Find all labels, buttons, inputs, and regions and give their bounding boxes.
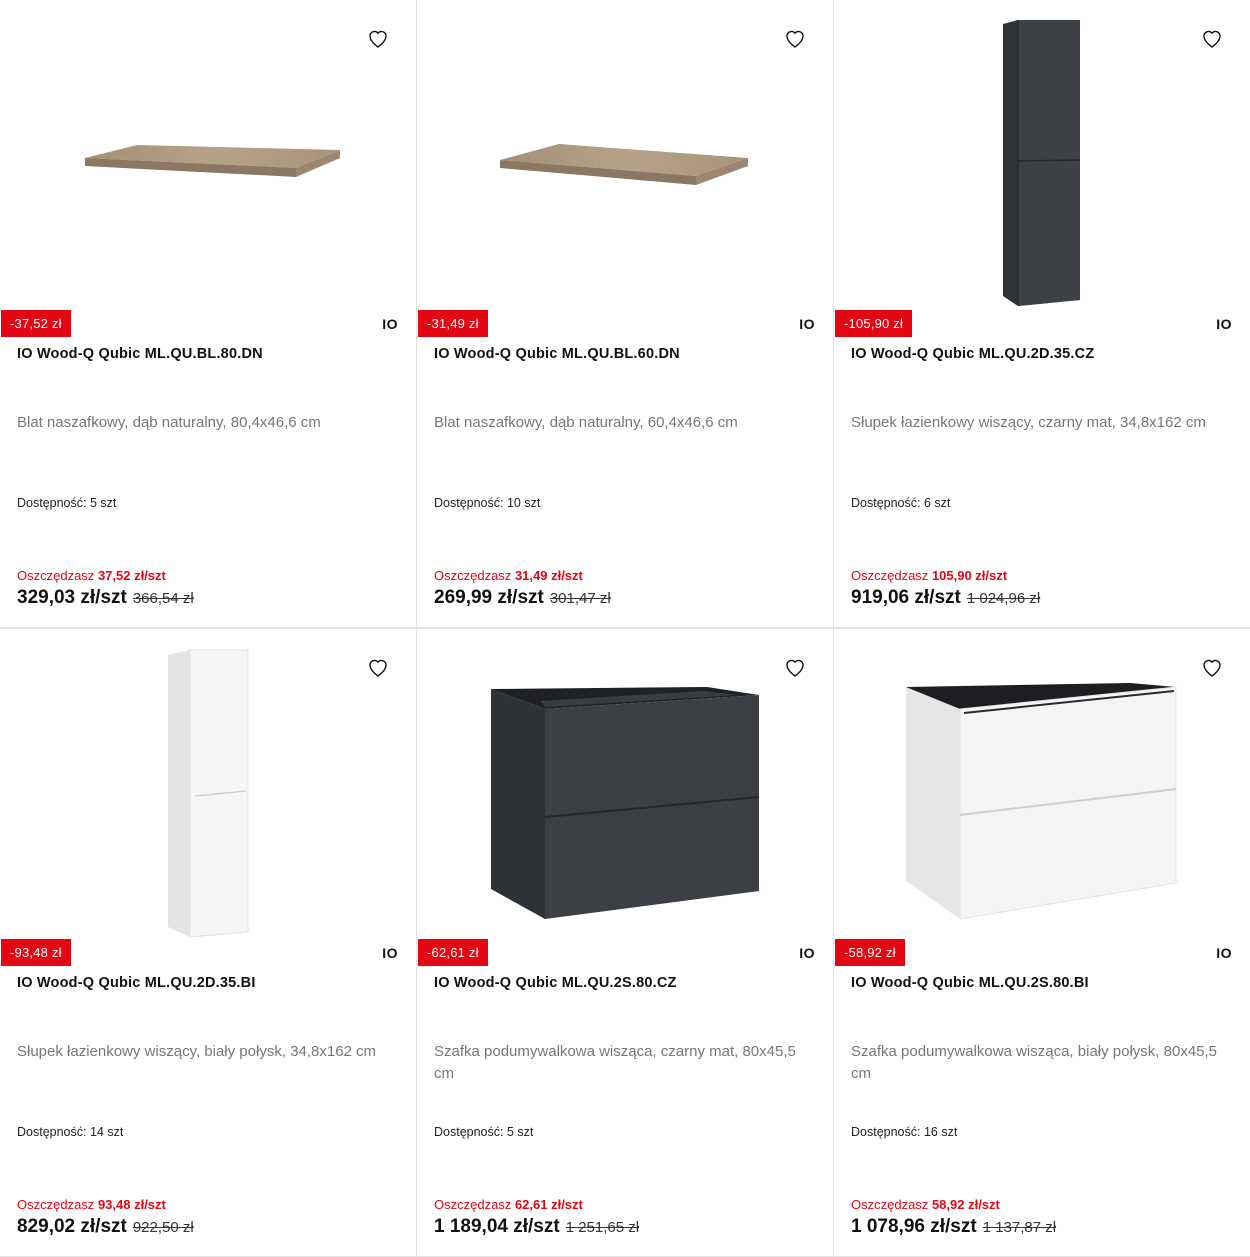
old-price: 922,50 zł xyxy=(132,1219,194,1236)
availability-value: 5 szt xyxy=(506,1125,534,1139)
price: 1 189,04 zł/szt 1 251,65 zł xyxy=(434,1216,639,1238)
savings-label: Oszczędzasz xyxy=(434,1197,512,1212)
availability-label: Dostępność: xyxy=(851,1125,921,1139)
heart-outline-icon[interactable] xyxy=(783,655,807,679)
product-description: Słupek łazienkowy wiszący, biały połysk,… xyxy=(17,1043,377,1060)
product-name[interactable]: IO Wood-Q Qubic ML.QU.BL.80.DN xyxy=(17,346,406,362)
brand-label: IO xyxy=(1216,945,1232,961)
old-price: 1 024,96 zł xyxy=(966,590,1041,607)
product-image-oak-countertop-80[interactable] xyxy=(0,0,416,310)
availability: Dostępność: 16 szt xyxy=(851,1125,957,1139)
product-name[interactable]: IO Wood-Q Qubic ML.QU.BL.60.DN xyxy=(434,346,823,362)
availability-value: 6 szt xyxy=(923,496,951,510)
product-card[interactable]: -37,52 zł IO IO Wood-Q Qubic ML.QU.BL.80… xyxy=(0,0,416,627)
price: 329,03 zł/szt 366,54 zł xyxy=(17,587,194,609)
brand-label: IO xyxy=(799,316,815,332)
product-description: Słupek łazienkowy wiszący, czarny mat, 3… xyxy=(851,414,1206,431)
availability: Dostępność: 14 szt xyxy=(17,1125,123,1139)
savings: Oszczędzasz 58,92 zł/szt xyxy=(851,1197,1000,1212)
product-image-oak-countertop-60[interactable] xyxy=(417,0,833,310)
product-name[interactable]: IO Wood-Q Qubic ML.QU.2S.80.BI xyxy=(851,975,1240,991)
savings-label: Oszczędzasz xyxy=(851,1197,929,1212)
current-price: 829,02 zł/szt xyxy=(17,1216,127,1237)
availability: Dostępność: 5 szt xyxy=(434,1125,533,1139)
savings-value: 105,90 zł/szt xyxy=(931,568,1008,583)
savings-label: Oszczędzasz xyxy=(851,568,929,583)
availability-label: Dostępność: xyxy=(434,1125,504,1139)
heart-outline-icon[interactable] xyxy=(783,26,807,50)
savings-label: Oszczędzasz xyxy=(17,568,95,583)
savings-label: Oszczędzasz xyxy=(434,568,512,583)
availability: Dostępność: 10 szt xyxy=(434,496,540,510)
availability-value: 5 szt xyxy=(89,496,117,510)
product-description: Blat naszafkowy, dąb naturalny, 60,4x46,… xyxy=(434,414,738,431)
current-price: 269,99 zł/szt xyxy=(434,587,544,608)
savings-value: 58,92 zł/szt xyxy=(931,1197,1000,1212)
product-card[interactable]: -105,90 zł IO IO Wood-Q Qubic ML.QU.2D.3… xyxy=(834,0,1250,627)
discount-badge: -62,61 zł xyxy=(418,939,488,966)
availability-value: 16 szt xyxy=(923,1125,958,1139)
brand-label: IO xyxy=(799,945,815,961)
product-image-vanity-black[interactable] xyxy=(417,629,833,939)
availability-value: 14 szt xyxy=(89,1125,124,1139)
price: 269,99 zł/szt 301,47 zł xyxy=(434,587,611,609)
current-price: 919,06 zł/szt xyxy=(851,587,961,608)
availability-label: Dostępność: xyxy=(434,496,504,510)
savings: Oszczędzasz 105,90 zł/szt xyxy=(851,568,1007,583)
availability-label: Dostępność: xyxy=(17,496,87,510)
discount-badge: -105,90 zł xyxy=(835,310,913,337)
product-image-vanity-white[interactable] xyxy=(834,629,1250,939)
brand-label: IO xyxy=(382,945,398,961)
current-price: 1 078,96 zł/szt xyxy=(851,1216,977,1237)
product-name[interactable]: IO Wood-Q Qubic ML.QU.2D.35.CZ xyxy=(851,346,1240,362)
heart-outline-icon[interactable] xyxy=(366,655,390,679)
current-price: 329,03 zł/szt xyxy=(17,587,127,608)
old-price: 301,47 zł xyxy=(549,590,611,607)
product-description: Blat naszafkowy, dąb naturalny, 80,4x46,… xyxy=(17,414,321,431)
product-image-tall-cabinet-black[interactable] xyxy=(834,0,1250,310)
product-card[interactable]: -93,48 zł IO IO Wood-Q Qubic ML.QU.2D.35… xyxy=(0,629,416,1256)
brand-label: IO xyxy=(382,316,398,332)
product-card[interactable]: -58,92 zł IO IO Wood-Q Qubic ML.QU.2S.80… xyxy=(834,629,1250,1256)
product-image-tall-cabinet-white[interactable] xyxy=(0,629,416,939)
savings: Oszczędzasz 93,48 zł/szt xyxy=(17,1197,166,1212)
savings-value: 93,48 zł/szt xyxy=(97,1197,166,1212)
price: 829,02 zł/szt 922,50 zł xyxy=(17,1216,194,1238)
savings: Oszczędzasz 31,49 zł/szt xyxy=(434,568,583,583)
discount-badge: -93,48 zł xyxy=(1,939,71,966)
savings-value: 62,61 zł/szt xyxy=(514,1197,583,1212)
savings-label: Oszczędzasz xyxy=(17,1197,95,1212)
old-price: 1 137,87 zł xyxy=(982,1219,1057,1236)
current-price: 1 189,04 zł/szt xyxy=(434,1216,560,1237)
old-price: 366,54 zł xyxy=(132,590,194,607)
product-description: Szafka podumywalkowa wisząca, czarny mat… xyxy=(434,1043,796,1082)
savings: Oszczędzasz 62,61 zł/szt xyxy=(434,1197,583,1212)
discount-badge: -37,52 zł xyxy=(1,310,71,337)
price: 1 078,96 zł/szt 1 137,87 zł xyxy=(851,1216,1056,1238)
brand-label: IO xyxy=(1216,316,1232,332)
heart-outline-icon[interactable] xyxy=(366,26,390,50)
availability: Dostępność: 5 szt xyxy=(17,496,116,510)
availability-label: Dostępność: xyxy=(851,496,921,510)
product-grid: -37,52 zł IO IO Wood-Q Qubic ML.QU.BL.80… xyxy=(0,0,1250,1257)
product-card[interactable]: -62,61 zł IO IO Wood-Q Qubic ML.QU.2S.80… xyxy=(417,629,833,1256)
price: 919,06 zł/szt 1 024,96 zł xyxy=(851,587,1040,609)
heart-outline-icon[interactable] xyxy=(1200,655,1224,679)
availability-value: 10 szt xyxy=(506,496,541,510)
old-price: 1 251,65 zł xyxy=(565,1219,640,1236)
availability-label: Dostępność: xyxy=(17,1125,87,1139)
heart-outline-icon[interactable] xyxy=(1200,26,1224,50)
discount-badge: -58,92 zł xyxy=(835,939,905,966)
product-name[interactable]: IO Wood-Q Qubic ML.QU.2D.35.BI xyxy=(17,975,406,991)
savings: Oszczędzasz 37,52 zł/szt xyxy=(17,568,166,583)
savings-value: 37,52 zł/szt xyxy=(97,568,166,583)
product-name[interactable]: IO Wood-Q Qubic ML.QU.2S.80.CZ xyxy=(434,975,823,991)
product-card[interactable]: -31,49 zł IO IO Wood-Q Qubic ML.QU.BL.60… xyxy=(417,0,833,627)
product-description: Szafka podumywalkowa wisząca, biały poły… xyxy=(851,1043,1218,1082)
savings-value: 31,49 zł/szt xyxy=(514,568,583,583)
discount-badge: -31,49 zł xyxy=(418,310,488,337)
availability: Dostępność: 6 szt xyxy=(851,496,950,510)
